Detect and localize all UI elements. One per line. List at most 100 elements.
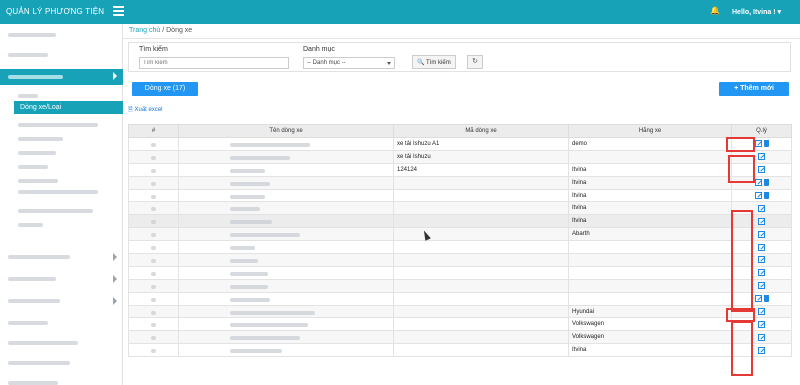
row-index <box>128 253 179 267</box>
sidebar-item[interactable] <box>0 294 123 308</box>
edit-icon[interactable] <box>758 166 765 174</box>
sidebar-item[interactable] <box>0 356 123 370</box>
search-label: Tìm kiếm <box>139 46 168 53</box>
table-row: Hyundai <box>128 304 792 319</box>
redacted-label <box>8 321 48 325</box>
edit-icon[interactable] <box>758 153 765 161</box>
edit-icon[interactable] <box>758 320 765 328</box>
edit-icon[interactable] <box>758 269 765 277</box>
category-select[interactable]: -- Danh mục -- <box>303 57 395 69</box>
row-name <box>178 265 394 280</box>
hamburger-icon[interactable] <box>113 6 124 17</box>
sidebar-item[interactable] <box>0 336 123 350</box>
row-code <box>393 343 569 358</box>
redacted-index <box>151 310 156 315</box>
sidebar-subitem[interactable] <box>0 218 123 232</box>
table-row <box>128 291 792 306</box>
redacted-label <box>8 255 70 259</box>
breadcrumb-home[interactable]: Trang chủ <box>129 27 160 34</box>
search-button[interactable]: 🔍 Tìm kiếm <box>412 55 456 69</box>
sidebar-item[interactable] <box>0 376 123 385</box>
sidebar-subitem[interactable] <box>0 132 123 146</box>
edit-icon[interactable] <box>758 204 765 212</box>
refresh-icon: ↻ <box>472 58 478 65</box>
row-brand: Itvina <box>568 343 732 358</box>
row-index <box>128 162 179 177</box>
redacted-name <box>230 271 268 276</box>
row-index <box>128 278 179 293</box>
bell-icon[interactable]: 🔔 <box>710 6 720 15</box>
row-actions <box>731 188 792 203</box>
redacted-name <box>230 155 290 160</box>
col-header-brand[interactable]: Hãng xe <box>568 124 732 138</box>
refresh-button[interactable]: ↻ <box>467 55 483 69</box>
sidebar-subitem[interactable] <box>0 118 123 132</box>
edit-icon[interactable] <box>754 179 762 187</box>
data-table: # Tên dòng xe Mã dòng xe Hãng xe Q.lý xe… <box>128 124 792 358</box>
sidebar-subitem[interactable] <box>0 160 123 174</box>
edit-icon[interactable] <box>758 217 765 225</box>
trash-icon[interactable] <box>763 295 769 303</box>
export-excel-link[interactable]: 🗎 Xuất excel <box>128 105 163 115</box>
row-name <box>178 162 394 177</box>
sidebar-item-active[interactable] <box>0 69 123 85</box>
trash-icon[interactable] <box>763 179 769 187</box>
row-index <box>128 265 179 280</box>
highlight-box <box>731 210 753 312</box>
breadcrumb-current: Dòng xe <box>166 27 193 34</box>
add-new-button[interactable]: + Thêm mới <box>719 82 789 96</box>
edit-icon[interactable] <box>758 282 765 290</box>
redacted-index <box>151 155 156 160</box>
col-header-index[interactable]: # <box>128 124 179 138</box>
redacted-label <box>8 75 63 79</box>
row-name <box>178 304 394 319</box>
row-code <box>393 214 569 229</box>
redacted-index <box>151 323 156 328</box>
table-row: Itvina <box>128 175 792 190</box>
sidebar-subitem[interactable] <box>0 146 123 160</box>
redacted-label <box>18 151 56 155</box>
trash-icon[interactable] <box>763 191 769 199</box>
row-code <box>393 291 569 306</box>
row-brand: Abarth <box>568 227 732 242</box>
col-header-name[interactable]: Tên dòng xe <box>178 124 394 138</box>
sidebar-subitem[interactable] <box>0 186 123 202</box>
edit-icon[interactable] <box>758 333 765 341</box>
redacted-index <box>151 220 156 225</box>
sidebar-item[interactable] <box>0 48 123 62</box>
row-name <box>178 240 394 255</box>
edit-icon[interactable] <box>758 256 765 264</box>
edit-icon[interactable] <box>754 140 762 148</box>
redacted-label <box>8 53 48 57</box>
sidebar-item[interactable] <box>0 272 123 286</box>
row-index <box>128 317 179 332</box>
export-label: Xuất excel <box>134 107 163 113</box>
edit-icon[interactable] <box>758 243 765 251</box>
row-code <box>393 227 569 242</box>
sidebar-item[interactable] <box>0 28 123 42</box>
table-row <box>128 240 792 255</box>
redacted-label <box>8 299 60 303</box>
col-header-code[interactable]: Mã dòng xe <box>393 124 569 138</box>
edit-icon[interactable] <box>758 307 765 315</box>
sidebar-subitem-dong-xe[interactable]: Dòng xe/Loại <box>14 101 123 114</box>
edit-icon[interactable] <box>754 295 762 303</box>
row-code: xe tải Ishuzu <box>393 149 569 164</box>
highlight-box <box>728 155 755 183</box>
edit-icon[interactable] <box>758 230 765 238</box>
redacted-name <box>230 220 272 225</box>
sidebar-item[interactable] <box>0 250 123 264</box>
redacted-name <box>230 297 270 302</box>
trash-icon[interactable] <box>763 140 769 148</box>
search-input[interactable] <box>139 57 289 69</box>
sidebar-item[interactable] <box>0 316 123 330</box>
tab-dong-xe[interactable]: Dòng xe (17) <box>132 82 198 96</box>
sidebar-subitem[interactable] <box>0 204 123 218</box>
table-row: Itvina <box>128 201 792 216</box>
user-menu[interactable]: Hello, Itvina ! ▾ <box>732 8 781 16</box>
redacted-name <box>230 246 255 251</box>
row-brand: Hyundai <box>568 304 732 319</box>
edit-icon[interactable] <box>754 191 762 199</box>
table-row: Volkswagen <box>128 330 792 345</box>
edit-icon[interactable] <box>758 346 765 354</box>
